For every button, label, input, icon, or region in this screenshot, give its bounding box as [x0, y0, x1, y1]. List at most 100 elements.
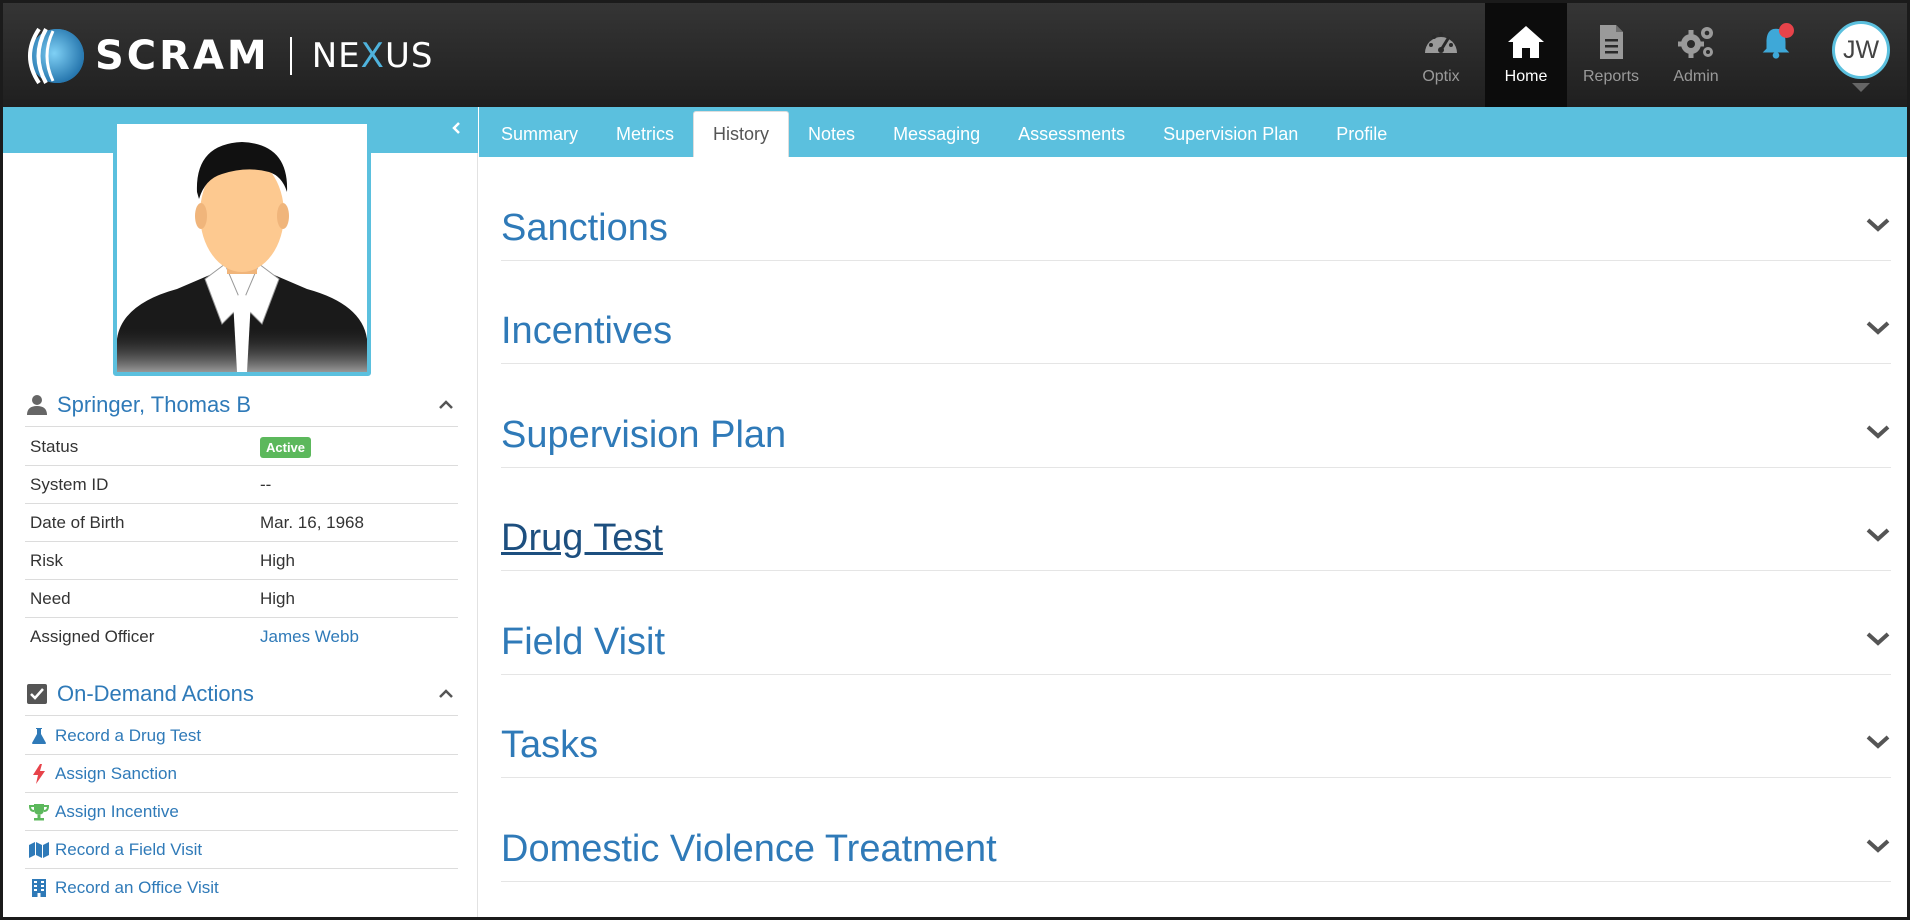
info-value: Mar. 16, 1968: [260, 512, 364, 532]
section-title[interactable]: Sanctions: [501, 207, 668, 250]
notification-dot: [1779, 23, 1794, 38]
chevron-down-icon[interactable]: [1865, 216, 1891, 234]
section-title[interactable]: Field Visit: [501, 621, 665, 664]
on-demand-actions-title: On-Demand Actions: [57, 680, 254, 706]
chevron-down-icon[interactable]: [1865, 319, 1891, 337]
chevron-down-icon[interactable]: [1865, 526, 1891, 544]
top-navbar: SCRAM NEXUS Optix Home Reports Admin JW: [3, 3, 1907, 107]
on-demand-actions-header[interactable]: On-Demand Actions: [25, 672, 458, 716]
top-nav: Optix Home Reports Admin JW: [1397, 3, 1907, 107]
history-section-incentives[interactable]: Incentives: [501, 261, 1891, 364]
info-label: System ID: [30, 474, 109, 494]
action-label: Record a Field Visit: [55, 839, 203, 859]
home-icon: [1508, 26, 1544, 58]
info-row-risk: Risk High: [25, 542, 458, 580]
history-sections: Sanctions Incentives Supervision Plan Dr…: [501, 157, 1891, 882]
dashboard-gauge-icon: [1425, 32, 1457, 53]
checkbox-checked-icon: [25, 682, 49, 706]
notifications-button[interactable]: [1740, 3, 1812, 107]
action-label: Record a Drug Test: [55, 725, 202, 745]
nav-optix-label: Optix: [1422, 68, 1460, 85]
history-section-field-visit[interactable]: Field Visit: [501, 571, 1891, 675]
collapse-sidebar-icon[interactable]: [447, 119, 467, 139]
tab-profile[interactable]: Profile: [1317, 111, 1406, 157]
section-title[interactable]: Tasks: [501, 724, 598, 767]
chevron-down-icon[interactable]: [1865, 423, 1891, 441]
tab-summary[interactable]: Summary: [482, 111, 597, 157]
user-menu[interactable]: JW: [1815, 3, 1907, 107]
tab-history[interactable]: History: [693, 111, 790, 157]
bolt-icon: [29, 763, 49, 784]
info-row-dob: Date of Birth Mar. 16, 1968: [25, 504, 458, 542]
history-section-sanctions[interactable]: Sanctions: [501, 157, 1891, 261]
chevron-down-icon: [1852, 83, 1870, 92]
assigned-officer-link[interactable]: James Webb: [260, 627, 458, 647]
product-name: NEXUS: [311, 36, 434, 76]
gears-icon: [1678, 27, 1713, 58]
client-tabs: Summary Metrics History Notes Messaging …: [479, 107, 1907, 157]
section-title[interactable]: Drug Test: [501, 517, 663, 560]
info-row-system-id: System ID --: [25, 466, 458, 504]
scram-logo-mark-icon: [19, 21, 91, 91]
flask-icon: [29, 726, 49, 746]
nav-home[interactable]: Home: [1485, 3, 1567, 107]
chevron-down-icon[interactable]: [1865, 837, 1891, 855]
tab-metrics[interactable]: Metrics: [597, 111, 693, 157]
history-section-tasks[interactable]: Tasks: [501, 675, 1891, 778]
tab-assessments[interactable]: Assessments: [999, 111, 1144, 157]
action-assign-incentive[interactable]: Assign Incentive: [25, 793, 458, 831]
action-record-office-visit[interactable]: Record an Office Visit: [25, 869, 458, 907]
history-section-supervision-plan[interactable]: Supervision Plan: [501, 364, 1891, 468]
map-icon: [29, 840, 49, 860]
action-label: Assign Incentive: [55, 801, 179, 821]
action-record-drug-test[interactable]: Record a Drug Test: [25, 717, 458, 755]
chevron-down-icon[interactable]: [1865, 630, 1891, 648]
brand-name: SCRAM: [95, 33, 270, 79]
avatar: JW: [1832, 21, 1890, 79]
document-icon: [1600, 25, 1623, 59]
app-window: SCRAM NEXUS Optix Home Reports Admin JW …: [0, 0, 1910, 920]
tab-messaging[interactable]: Messaging: [874, 111, 999, 157]
info-value: --: [260, 474, 272, 494]
info-value: High: [260, 550, 295, 570]
status-badge: Active: [260, 436, 312, 458]
history-section-domestic-violence-treatment[interactable]: Domestic Violence Treatment: [501, 778, 1891, 882]
section-title[interactable]: Domestic Violence Treatment: [501, 828, 997, 871]
nav-admin[interactable]: Admin: [1655, 3, 1737, 107]
action-assign-sanction[interactable]: Assign Sanction: [25, 755, 458, 793]
scram-nexus-logo[interactable]: SCRAM NEXUS: [19, 21, 433, 91]
user-icon: [25, 393, 49, 417]
action-record-field-visit[interactable]: Record a Field Visit: [25, 831, 458, 869]
client-sidebar: Springer, Thomas B Status Active System …: [3, 107, 478, 917]
info-label: Need: [30, 588, 71, 608]
info-label: Status: [30, 436, 79, 456]
logo-divider: [289, 37, 292, 75]
history-section-drug-test[interactable]: Drug Test: [501, 468, 1891, 571]
nav-reports[interactable]: Reports: [1570, 3, 1652, 107]
section-title[interactable]: Incentives: [501, 310, 672, 353]
info-label: Date of Birth: [30, 512, 125, 532]
nav-home-label: Home: [1504, 68, 1548, 85]
section-title[interactable]: Supervision Plan: [501, 414, 786, 457]
action-label: Assign Sanction: [55, 763, 177, 783]
chevron-up-icon[interactable]: [438, 397, 454, 413]
action-label: Record an Office Visit: [55, 878, 219, 897]
chevron-up-icon[interactable]: [438, 686, 454, 702]
nav-reports-label: Reports: [1582, 68, 1640, 85]
tab-notes[interactable]: Notes: [789, 111, 874, 157]
info-label: Risk: [30, 550, 64, 570]
info-value: High: [260, 588, 295, 608]
info-row-need: Need High: [25, 580, 458, 618]
client-info-header[interactable]: Springer, Thomas B: [25, 383, 458, 427]
tab-supervision-plan[interactable]: Supervision Plan: [1144, 111, 1317, 157]
nav-optix[interactable]: Optix: [1400, 3, 1482, 107]
trophy-icon: [29, 802, 49, 822]
chevron-down-icon[interactable]: [1865, 733, 1891, 751]
info-label: Assigned Officer: [30, 627, 155, 646]
info-row-assigned-officer: Assigned Officer James Webb: [25, 618, 458, 656]
nav-admin-label: Admin: [1673, 68, 1719, 85]
building-icon: [29, 878, 49, 898]
client-name: Springer, Thomas B: [57, 391, 252, 417]
client-photo: [113, 120, 371, 376]
info-row-status: Status Active: [25, 428, 458, 466]
